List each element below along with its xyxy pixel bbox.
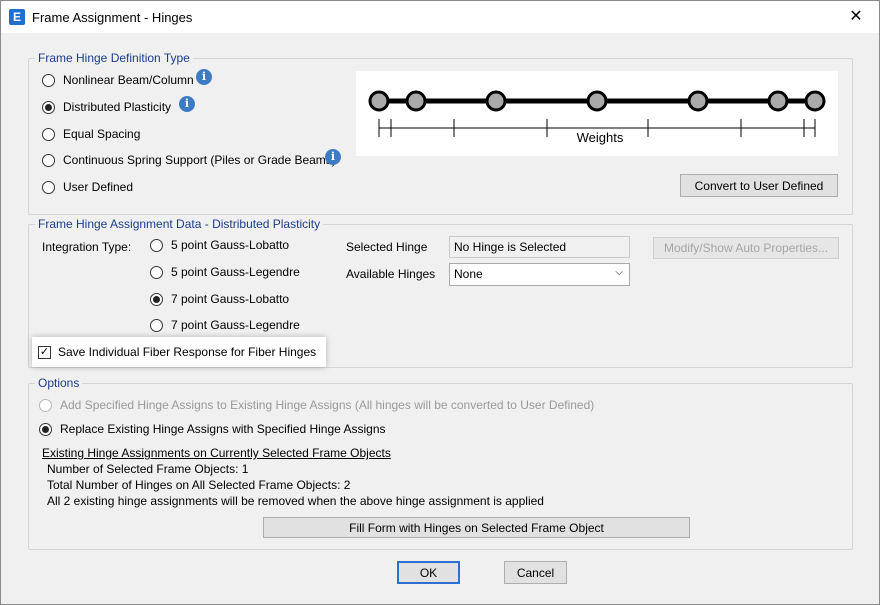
radio-circle[interactable] <box>42 153 55 167</box>
radio-label: User Defined <box>63 180 134 194</box>
title-bar: E Frame Assignment - Hinges ✕ <box>1 1 879 33</box>
radio-label: 7 point Gauss-Lobatto <box>171 292 290 306</box>
hinge-point <box>687 90 709 112</box>
dialog-body: Frame Hinge Definition Type Nonlinear Be… <box>1 33 879 604</box>
radio-label: 7 point Gauss-Legendre <box>171 318 300 332</box>
hinge-diagram-graphic: Weights <box>368 90 826 160</box>
selected-objects-count: Number of Selected Frame Objects: 1 <box>47 462 249 476</box>
definition-group-label: Frame Hinge Definition Type <box>35 51 193 65</box>
radio-replace-existing[interactable]: Replace Existing Hinge Assigns with Spec… <box>39 422 386 436</box>
removal-note: All 2 existing hinge assignments will be… <box>47 494 544 508</box>
radio-distributed-plasticity[interactable]: Distributed Plasticity <box>42 100 171 114</box>
radio-continuous-spring-support[interactable]: Continuous Spring Support (Piles or Grad… <box>42 153 336 167</box>
dialog-window: E Frame Assignment - Hinges ✕ Frame Hing… <box>0 0 880 605</box>
radio-circle[interactable] <box>42 73 55 87</box>
hinge-point <box>368 90 390 112</box>
checkbox-checked-icon[interactable]: ✓ <box>38 345 51 359</box>
total-hinges-count: Total Number of Hinges on All Selected F… <box>47 478 351 492</box>
existing-assignments-heading: Existing Hinge Assignments on Currently … <box>42 446 391 460</box>
radio-add-to-existing[interactable]: Add Specified Hinge Assigns to Existing … <box>39 398 594 412</box>
info-icon[interactable]: i <box>179 96 195 112</box>
radio-label: Continuous Spring Support (Piles or Grad… <box>63 153 336 167</box>
radio-circle[interactable] <box>150 238 163 252</box>
radio-circle[interactable] <box>39 398 52 412</box>
hinge-point <box>485 90 507 112</box>
modify-show-auto-properties-button[interactable]: Modify/Show Auto Properties... <box>653 237 839 259</box>
available-hinges-label: Available Hinges <box>346 267 436 281</box>
info-icon[interactable]: i <box>325 149 341 165</box>
chevron-down-icon[interactable]: ⌵ <box>615 267 623 278</box>
radio-label: Add Specified Hinge Assigns to Existing … <box>60 398 595 412</box>
window-title: Frame Assignment - Hinges <box>32 10 193 25</box>
ok-button[interactable]: OK <box>397 561 460 584</box>
options-group-label: Options <box>35 376 83 390</box>
radio-circle[interactable] <box>42 127 55 141</box>
radio-circle[interactable] <box>150 318 163 332</box>
cancel-button[interactable]: Cancel <box>504 561 567 584</box>
hinge-diagram: Weights <box>356 71 838 160</box>
hinge-point <box>767 90 789 112</box>
hinge-point <box>804 90 826 112</box>
available-hinges-value: None <box>454 267 483 281</box>
fill-form-button[interactable]: Fill Form with Hinges on Selected Frame … <box>263 517 690 538</box>
radio-circle-selected[interactable] <box>150 292 163 306</box>
radio-user-defined[interactable]: User Defined <box>42 180 133 194</box>
radio-circle[interactable] <box>42 180 55 194</box>
app-icon: E <box>9 9 25 25</box>
selected-hinge-label: Selected Hinge <box>346 240 428 254</box>
radio-label: Replace Existing Hinge Assigns with Spec… <box>60 422 386 436</box>
save-fiber-response-label: Save Individual Fiber Response for Fiber… <box>58 345 317 359</box>
radio-circle[interactable] <box>150 265 163 279</box>
selected-hinge-field: No Hinge is Selected <box>449 236 630 258</box>
info-icon[interactable]: i <box>196 69 212 85</box>
radio-7pt-gauss-lobatto[interactable]: 7 point Gauss-Lobatto <box>150 292 289 306</box>
radio-equal-spacing[interactable]: Equal Spacing <box>42 127 140 141</box>
assignment-group-label: Frame Hinge Assignment Data - Distribute… <box>35 217 324 231</box>
radio-label: 5 point Gauss-Legendre <box>171 265 300 279</box>
radio-5pt-gauss-lobatto[interactable]: 5 point Gauss-Lobatto <box>150 238 289 252</box>
radio-nonlinear-beam-column[interactable]: Nonlinear Beam/Column <box>42 73 194 87</box>
convert-to-user-defined-button[interactable]: Convert to User Defined <box>680 174 838 197</box>
hinge-point <box>586 90 608 112</box>
available-hinges-dropdown[interactable]: None ⌵ <box>449 263 630 286</box>
radio-circle-selected[interactable] <box>39 422 52 436</box>
integration-type-label: Integration Type: <box>42 240 132 254</box>
save-fiber-response-checkbox[interactable]: ✓ Save Individual Fiber Response for Fib… <box>32 337 327 367</box>
radio-label: 5 point Gauss-Lobatto <box>171 238 290 252</box>
weights-caption: Weights <box>577 130 624 145</box>
close-button[interactable]: ✕ <box>833 1 879 33</box>
radio-label: Nonlinear Beam/Column <box>63 73 194 87</box>
radio-7pt-gauss-legendre[interactable]: 7 point Gauss-Legendre <box>150 318 300 332</box>
radio-5pt-gauss-legendre[interactable]: 5 point Gauss-Legendre <box>150 265 300 279</box>
radio-label: Equal Spacing <box>63 127 141 141</box>
hinge-point <box>405 90 427 112</box>
radio-label: Distributed Plasticity <box>63 100 172 114</box>
radio-circle-selected[interactable] <box>42 100 55 114</box>
